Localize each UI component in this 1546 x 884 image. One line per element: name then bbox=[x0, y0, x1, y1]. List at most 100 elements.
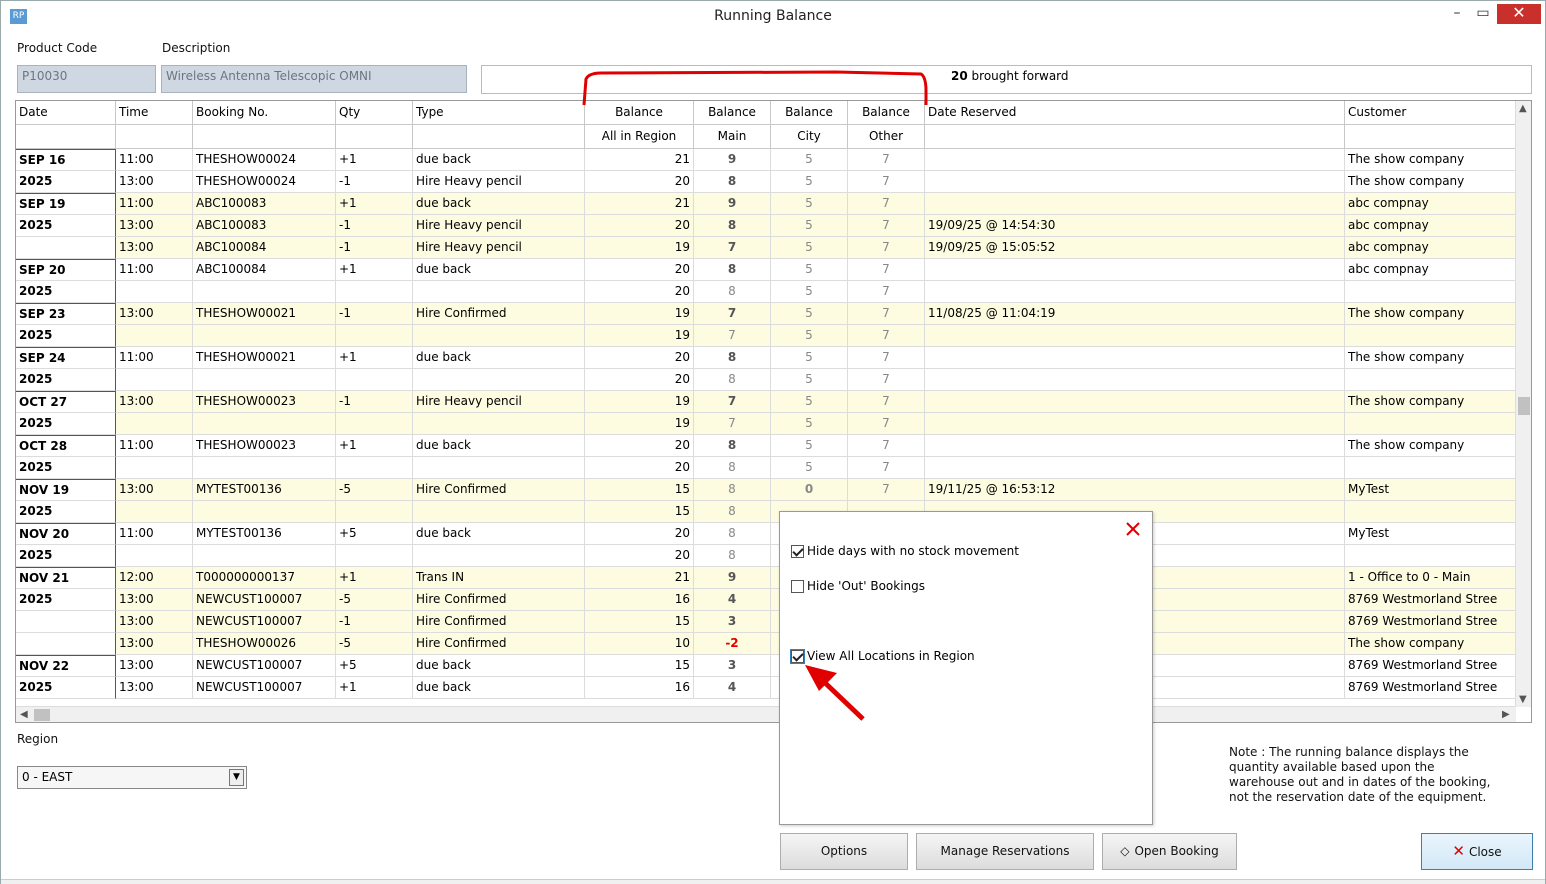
cell-time: 13:00 bbox=[116, 237, 193, 259]
scroll-right-icon[interactable]: ▶ bbox=[1502, 709, 1510, 720]
view-all-locations-option[interactable]: View All Locations in Region bbox=[790, 648, 975, 664]
table-row[interactable]: 2025 13:00 NEWCUST100007 -5 Hire Confirmed 16… bbox=[16, 589, 1516, 611]
table-row[interactable]: 2025 13:00 THESHOW00024 -1 Hire Heavy pencil… bbox=[16, 171, 1516, 193]
scroll-down-icon[interactable]: ▼ bbox=[1519, 694, 1527, 705]
table-row[interactable]: 2025 15 8 bbox=[16, 501, 1516, 523]
close-window-icon[interactable]: ✕ bbox=[1497, 4, 1541, 24]
manage-reservations-button[interactable]: Manage Reservations bbox=[916, 833, 1094, 870]
header-balance-city-sub[interactable]: City bbox=[771, 125, 848, 149]
open-booking-button[interactable]: ◇ Open Booking bbox=[1102, 833, 1237, 870]
cell-balance-main: 3 bbox=[694, 655, 771, 677]
table-row[interactable]: SEP 16 11:00 THESHOW00024 +1 due back 21 9 5 7 Th… bbox=[16, 149, 1516, 171]
cell-time: 11:00 bbox=[116, 435, 193, 457]
region-label: Region bbox=[17, 732, 59, 746]
table-row[interactable]: 2025 20 8 5 7 bbox=[16, 457, 1516, 479]
header-date-reserved[interactable]: Date Reserved bbox=[925, 101, 1345, 125]
cell-date-reserved bbox=[925, 325, 1345, 347]
running-balance-note: Note : The running balance displays the … bbox=[1229, 745, 1491, 804]
running-balance-grid[interactable]: Date Time Booking No. Qty Type Balance Balance… bbox=[15, 100, 1532, 723]
horizontal-scroll-thumb[interactable] bbox=[34, 709, 50, 721]
cell-type: Trans IN bbox=[413, 567, 585, 589]
cell-balance-city: 5 bbox=[771, 281, 848, 303]
table-row[interactable]: 2025 20 8 bbox=[16, 545, 1516, 567]
close-popup-icon[interactable] bbox=[1124, 520, 1142, 538]
header-qty-sub[interactable] bbox=[336, 125, 413, 149]
hide-out-bookings-checkbox[interactable] bbox=[791, 579, 804, 593]
hide-no-movement-option[interactable]: Hide days with no stock movement bbox=[791, 544, 1019, 558]
cell-balance-city: 5 bbox=[771, 259, 848, 281]
table-row[interactable]: NOV 19 13:00 MYTEST00136 -5 Hire Confirmed 15… bbox=[16, 479, 1516, 501]
maximize-icon[interactable]: ▭ bbox=[1467, 4, 1499, 24]
hide-out-bookings-option[interactable]: Hide 'Out' Bookings bbox=[791, 579, 925, 593]
table-row[interactable]: SEP 24 11:00 THESHOW00021 +1 due back 20 8 5 7 Th… bbox=[16, 347, 1516, 369]
cell-qty bbox=[336, 501, 413, 523]
header-type-sub[interactable] bbox=[413, 125, 585, 149]
cell-balance-main: 8 bbox=[694, 215, 771, 237]
header-qty[interactable]: Qty bbox=[336, 101, 413, 125]
table-row[interactable]: 2025 19 7 5 7 bbox=[16, 413, 1516, 435]
header-booking-no-sub[interactable] bbox=[193, 125, 336, 149]
header-type[interactable]: Type bbox=[413, 101, 585, 125]
cell-qty bbox=[336, 325, 413, 347]
cell-customer bbox=[1345, 501, 1516, 523]
table-row[interactable]: 13:00 THESHOW00026 -5 Hire Confirmed 10 -2 The… bbox=[16, 633, 1516, 655]
horizontal-scrollbar[interactable]: ◀ ▶ bbox=[16, 706, 1516, 722]
vertical-scroll-thumb[interactable] bbox=[1518, 397, 1530, 415]
header-balance-other[interactable]: Balance bbox=[848, 101, 925, 125]
header-customer[interactable]: Customer bbox=[1345, 101, 1516, 125]
chevron-down-icon[interactable]: ▼ bbox=[229, 769, 244, 786]
cell-time bbox=[116, 457, 193, 479]
table-row[interactable]: NOV 20 11:00 MYTEST00136 +5 due back 20 8 MyTes… bbox=[16, 523, 1516, 545]
scroll-left-icon[interactable]: ◀ bbox=[20, 709, 28, 720]
header-balance-main-sub[interactable]: Main bbox=[694, 125, 771, 149]
options-button[interactable]: Options bbox=[780, 833, 908, 870]
header-balance-main[interactable]: Balance bbox=[694, 101, 771, 125]
view-all-locations-checkbox[interactable] bbox=[790, 648, 805, 664]
header-balance-other-sub[interactable]: Other bbox=[848, 125, 925, 149]
header-balance-all[interactable]: Balance bbox=[585, 101, 694, 125]
header-customer-sub[interactable] bbox=[1345, 125, 1516, 149]
cell-balance-all: 19 bbox=[585, 325, 694, 347]
table-row[interactable]: 13:00 ABC100084 -1 Hire Heavy pencil 19 7 5 7 19… bbox=[16, 237, 1516, 259]
cell-balance-all: 20 bbox=[585, 347, 694, 369]
table-row[interactable]: SEP 19 11:00 ABC100083 +1 due back 21 9 5 7 abc c… bbox=[16, 193, 1516, 215]
cell-customer bbox=[1345, 545, 1516, 567]
table-row[interactable]: OCT 27 13:00 THESHOW00023 -1 Hire Heavy penc… bbox=[16, 391, 1516, 413]
cell-booking-no: THESHOW00021 bbox=[193, 347, 336, 369]
cell-date: NOV 19 bbox=[16, 479, 116, 501]
table-row[interactable]: SEP 23 13:00 THESHOW00021 -1 Hire Confirmed 1… bbox=[16, 303, 1516, 325]
cell-booking-no: MYTEST00136 bbox=[193, 479, 336, 501]
table-row[interactable]: NOV 22 13:00 NEWCUST100007 +5 due back 15 3 876… bbox=[16, 655, 1516, 677]
header-date-sub[interactable] bbox=[16, 125, 116, 149]
table-row[interactable]: NOV 21 12:00 T000000000137 +1 Trans IN 21 9 1 -… bbox=[16, 567, 1516, 589]
table-row[interactable]: 13:00 NEWCUST100007 -1 Hire Confirmed 15 3 876… bbox=[16, 611, 1516, 633]
hide-no-movement-checkbox[interactable] bbox=[791, 544, 804, 558]
header-date-reserved-sub[interactable] bbox=[925, 125, 1345, 149]
cell-time: 13:00 bbox=[116, 479, 193, 501]
cell-type bbox=[413, 281, 585, 303]
table-row[interactable]: 2025 19 7 5 7 bbox=[16, 325, 1516, 347]
table-row[interactable]: 2025 13:00 ABC100083 -1 Hire Heavy pencil 20 8… bbox=[16, 215, 1516, 237]
cell-qty: -1 bbox=[336, 611, 413, 633]
close-button[interactable]: ✕ Close bbox=[1421, 833, 1533, 870]
cell-date-reserved: 19/11/25 @ 16:53:12 bbox=[925, 479, 1345, 501]
header-date[interactable]: Date bbox=[16, 101, 116, 125]
header-booking-no[interactable]: Booking No. bbox=[193, 101, 336, 125]
header-time-sub[interactable] bbox=[116, 125, 193, 149]
description-field: Wireless Antenna Telescopic OMNI bbox=[161, 65, 467, 93]
cell-balance-all: 20 bbox=[585, 523, 694, 545]
header-balance-city[interactable]: Balance bbox=[771, 101, 848, 125]
table-row[interactable]: 2025 13:00 NEWCUST100007 +1 due back 16 4 8769 … bbox=[16, 677, 1516, 699]
vertical-scrollbar[interactable]: ▲ ▼ bbox=[1515, 101, 1531, 707]
header-balance-all-sub[interactable]: All in Region bbox=[585, 125, 694, 149]
table-row[interactable]: OCT 28 11:00 THESHOW00023 +1 due back 20 8 5 7 Th… bbox=[16, 435, 1516, 457]
scroll-up-icon[interactable]: ▲ bbox=[1519, 103, 1527, 114]
table-row[interactable]: SEP 20 11:00 ABC100084 +1 due back 20 8 5 7 abc c… bbox=[16, 259, 1516, 281]
cell-customer bbox=[1345, 325, 1516, 347]
table-row[interactable]: 2025 20 8 5 7 bbox=[16, 369, 1516, 391]
cell-type: Hire Heavy pencil bbox=[413, 215, 585, 237]
header-time[interactable]: Time bbox=[116, 101, 193, 125]
table-row[interactable]: 2025 20 8 5 7 bbox=[16, 281, 1516, 303]
region-select[interactable]: 0 - EAST ▼ bbox=[17, 766, 247, 789]
cell-balance-all: 20 bbox=[585, 215, 694, 237]
